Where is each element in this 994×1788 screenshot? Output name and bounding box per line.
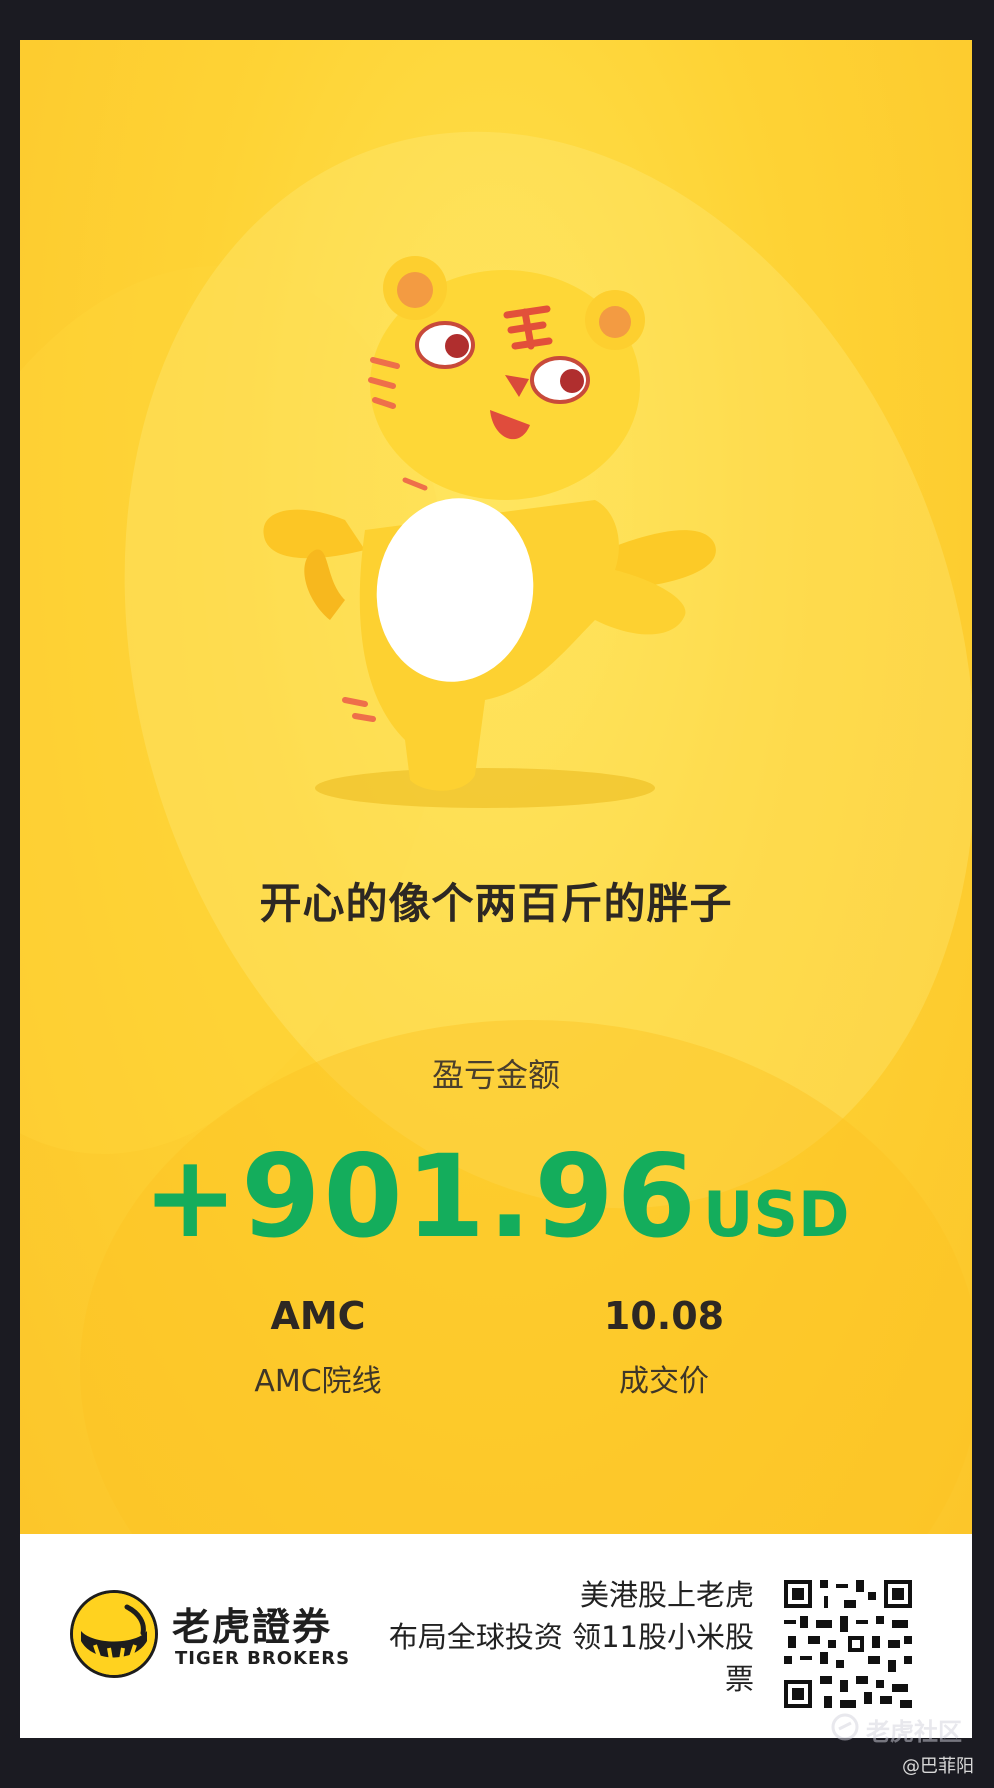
trade-price-label: 成交价 [619,1364,709,1399]
footer-banner: 老虎證券 TIGER BROKERS 美港股上老虎 布局全球投资 领11股小米股… [20,1534,972,1738]
trade-price: 10.08 [603,1294,725,1338]
user-tag: @巴菲阳 [902,1756,974,1777]
promo-line: 美港股上老虎 [579,1578,754,1612]
community-watermark: 老虎社区 [866,1718,962,1746]
screenshot-frame: 开心的像个两百斤的胖子 盈亏金额 +901.96USD AMC AMC院线 10… [0,0,994,1788]
pl-currency: USD [702,1178,850,1251]
tiger-mascot-icon [263,256,716,808]
stock-info: AMC AMC院线 [168,1294,468,1400]
promo-line: 票 [724,1662,754,1696]
promo-line: 布局全球投资 领11股小米股 [388,1620,754,1654]
pl-label: 盈亏金额 [431,1056,560,1094]
promo-text: 美港股上老虎 布局全球投资 领11股小米股 票 [334,1574,754,1700]
community-logo-icon [831,1713,859,1741]
qr-code-icon[interactable] [780,1576,916,1712]
brand-name-en: TIGER BROKERS [175,1648,351,1669]
pl-amount: +901.96USD [20,1130,972,1263]
tiger-logo-icon [70,1590,158,1678]
headline: 开心的像个两百斤的胖子 [259,879,733,928]
pl-poster: 开心的像个两百斤的胖子 盈亏金额 +901.96USD AMC AMC院线 10… [20,40,972,1534]
pl-value: +901.96 [142,1130,699,1263]
stock-name: AMC院线 [254,1364,382,1399]
brand-name-cn: 老虎證券 [172,1605,333,1649]
share-card: 开心的像个两百斤的胖子 盈亏金额 +901.96USD AMC AMC院线 10… [20,40,972,1738]
stock-symbol: AMC [270,1294,366,1338]
price-info: 10.08 成交价 [514,1294,814,1400]
